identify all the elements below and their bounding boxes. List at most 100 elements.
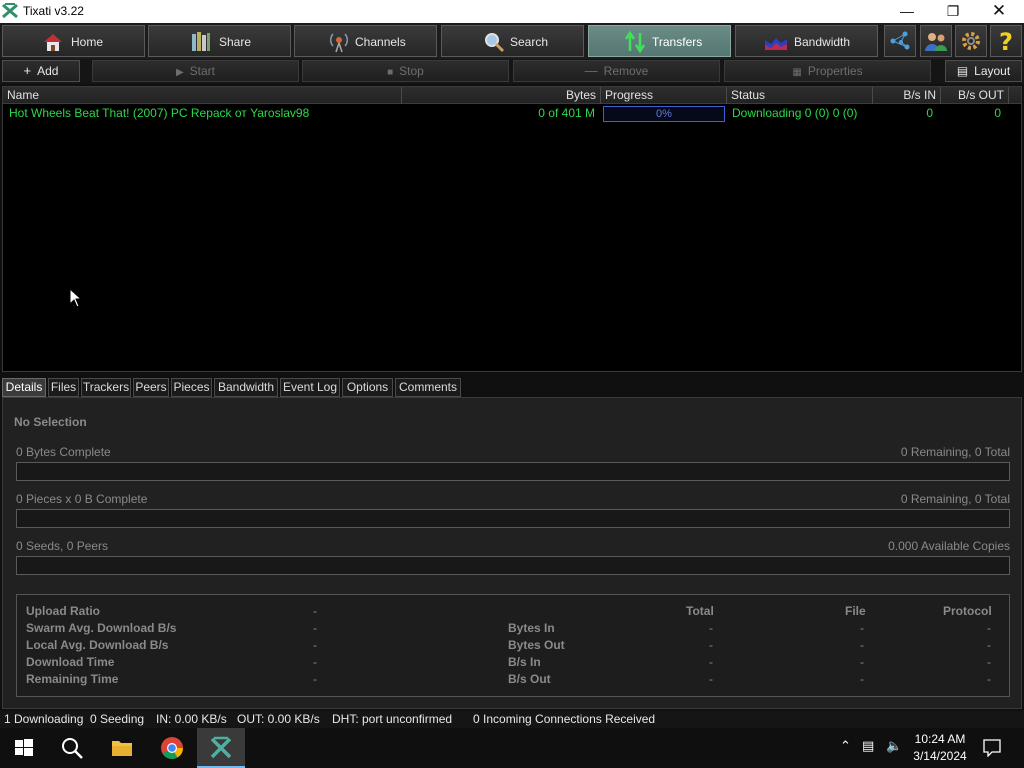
nav-bandwidth-button[interactable]: Bandwidth: [735, 25, 878, 57]
status-out-rate: OUT: 0.00 KB/s: [237, 712, 320, 726]
stat-total-bs-out: -: [709, 672, 713, 686]
column-header-status[interactable]: Status: [727, 87, 873, 104]
status-in-rate: IN: 0.00 KB/s: [156, 712, 227, 726]
close-button[interactable]: ✕: [976, 0, 1022, 23]
tab-event-log[interactable]: Event Log: [280, 378, 340, 397]
minimize-button[interactable]: —: [884, 0, 930, 23]
stat-total-bytes-in: -: [709, 621, 713, 635]
transfer-status: Downloading 0 (0) 0 (0): [732, 106, 858, 120]
taskbar-search-button[interactable]: [48, 728, 96, 768]
available-copies-label: 0.000 Available Copies: [888, 539, 1010, 553]
column-header-bs-in[interactable]: B/s IN: [873, 87, 941, 104]
svg-text:?: ?: [999, 29, 1013, 53]
show-hidden-icons-chevron-icon[interactable]: ⌃: [840, 738, 851, 754]
pieces-complete-label: 0 Pieces x 0 B Complete: [16, 492, 148, 506]
column-header-progress[interactable]: Progress: [601, 87, 727, 104]
restore-button[interactable]: ❐: [930, 0, 976, 23]
transfers-toolbar: + Add ▶ Start ■ Stop — Remove ▦ Properties ▤ L…: [0, 59, 1024, 84]
taskbar-file-explorer[interactable]: [98, 728, 146, 768]
taskbar-tixati[interactable]: [197, 728, 245, 768]
stop-button[interactable]: ■ Stop: [302, 60, 509, 82]
transfer-row[interactable]: Hot Wheels Beat That! (2007) PC Repack о…: [3, 105, 1021, 123]
settings-button[interactable]: [955, 25, 987, 57]
nav-home-button[interactable]: Home: [2, 25, 145, 57]
status-dht: DHT: port unconfirmed: [332, 712, 453, 726]
nav-channels-button[interactable]: Channels: [294, 25, 437, 57]
column-header-bytes[interactable]: Bytes: [402, 87, 601, 104]
taskbar-clock[interactable]: 10:24 AM 3/14/2024: [900, 731, 980, 765]
nav-channels-label: Channels: [355, 35, 406, 49]
add-button[interactable]: + Add: [2, 60, 80, 82]
tab-bandwidth[interactable]: Bandwidth: [214, 378, 278, 397]
status-downloading: 1 Downloading: [4, 712, 84, 726]
details-panel: No Selection 0 Bytes Complete 0 Remainin…: [2, 397, 1022, 709]
transfer-bs-in: 0: [926, 106, 933, 120]
nav-share-button[interactable]: Share: [148, 25, 291, 57]
status-incoming: 0 Incoming Connections Received: [473, 712, 656, 726]
start-button[interactable]: ▶ Start: [92, 60, 299, 82]
stat-value-local-avg: -: [313, 638, 317, 652]
stat-file-bs-in: -: [860, 655, 864, 669]
transfer-bytes: 0 of 401 M: [538, 106, 595, 120]
selection-title: No Selection: [14, 415, 87, 429]
folder-icon: [112, 741, 132, 756]
properties-icon: ▦: [792, 67, 802, 78]
stat-protocol-bytes-in: -: [987, 621, 991, 635]
stat-value-remaining-time: -: [313, 672, 317, 686]
stat-label-swarm-avg: Swarm Avg. Download B/s: [26, 621, 177, 635]
stat-protocol-bs-in: -: [987, 655, 991, 669]
tab-peers[interactable]: Peers: [133, 378, 169, 397]
availability-bar: [16, 556, 1010, 575]
layout-icon: ▤: [956, 64, 969, 78]
bytes-remaining-label: 0 Remaining, 0 Total: [900, 445, 1010, 459]
stat-header-file: File: [845, 604, 866, 618]
status-seeding: 0 Seeding: [90, 712, 145, 726]
transfer-list[interactable]: Name Bytes Progress Status B/s IN B/s OU…: [2, 86, 1022, 372]
stat-total-bytes-out: -: [709, 638, 713, 652]
nav-search-button[interactable]: Search: [441, 25, 584, 57]
tixati-logo-icon: [2, 3, 18, 19]
home-icon: [44, 34, 62, 51]
transfer-bs-out: 0: [994, 106, 1001, 120]
column-header-name[interactable]: Name: [3, 87, 402, 104]
tixati-icon: [210, 736, 232, 759]
layout-button[interactable]: ▤ Layout: [945, 60, 1022, 82]
stat-label-remaining-time: Remaining Time: [26, 672, 119, 686]
chrome-icon: [161, 737, 183, 759]
bytes-progress-bar: [16, 462, 1010, 481]
layout-button-label: Layout: [974, 64, 1011, 78]
dht-network-button[interactable]: [884, 25, 916, 57]
magnifier-icon: [485, 33, 505, 53]
title-bar: Tixati v3.22 — ❐ ✕: [0, 0, 1024, 23]
nav-transfers-button[interactable]: Transfers: [588, 25, 731, 57]
stat-label-bytes-in: Bytes In: [508, 621, 555, 635]
seeds-peers-label: 0 Seeds, 0 Peers: [16, 539, 109, 553]
stat-value-download-time: -: [313, 655, 317, 669]
remove-button[interactable]: — Remove: [513, 60, 720, 82]
tab-files[interactable]: Files: [48, 378, 79, 397]
notification-icon[interactable]: [983, 739, 1001, 757]
tab-comments[interactable]: Comments: [395, 378, 461, 397]
stat-header-total: Total: [686, 604, 714, 618]
books-icon: [192, 32, 210, 51]
gear-icon: [962, 32, 980, 50]
tab-details[interactable]: Details: [2, 378, 46, 397]
tab-pieces[interactable]: Pieces: [171, 378, 212, 397]
start-button[interactable]: [0, 728, 48, 768]
plus-icon: +: [23, 63, 32, 78]
users-icon: [925, 33, 947, 51]
stat-value-swarm-avg: -: [313, 621, 317, 635]
taskbar-chrome[interactable]: [148, 728, 196, 768]
peers-button[interactable]: [920, 25, 952, 57]
stats-box: Upload Ratio - Swarm Avg. Download B/s -…: [16, 594, 1010, 697]
nav-transfers-label: Transfers: [652, 35, 703, 49]
tab-trackers[interactable]: Trackers: [81, 378, 131, 397]
network-icon[interactable]: ▤: [862, 738, 874, 754]
tab-options[interactable]: Options: [342, 378, 393, 397]
properties-button[interactable]: ▦ Properties: [724, 60, 931, 82]
column-header-bs-out[interactable]: B/s OUT: [941, 87, 1009, 104]
nav-share-label: Share: [219, 35, 252, 49]
transfer-progress-bar: 0%: [603, 106, 725, 122]
nav-home-label: Home: [71, 35, 104, 49]
help-button[interactable]: ?: [990, 25, 1022, 57]
